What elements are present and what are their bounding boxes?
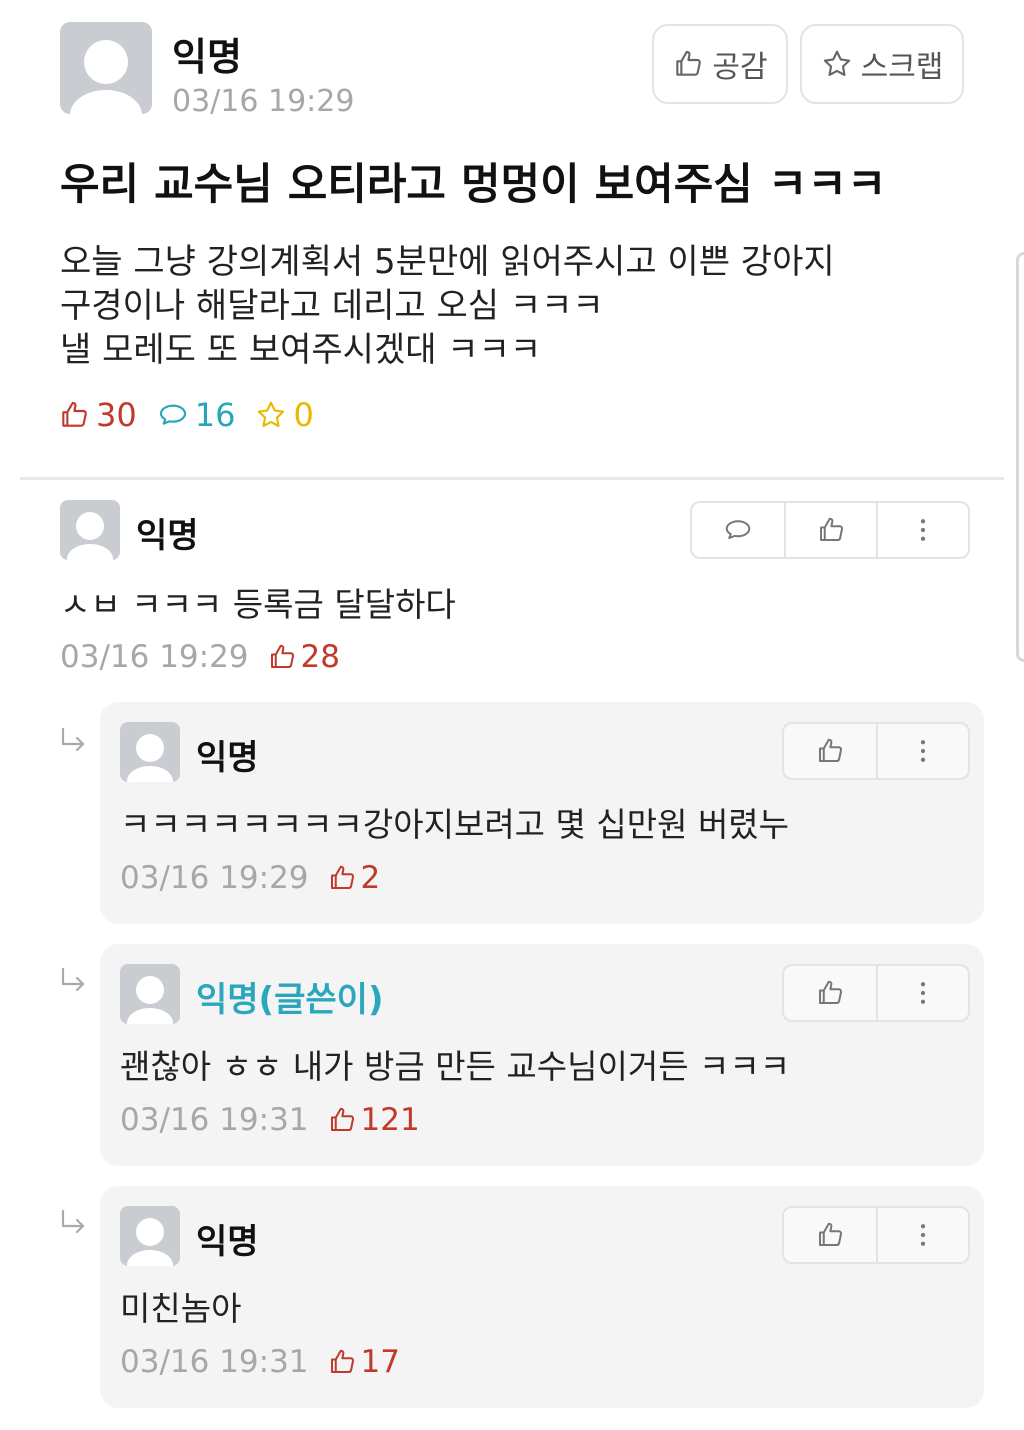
reply-like-count: 121: [360, 1102, 420, 1138]
star-icon: [258, 401, 285, 427]
reply-likes: 2: [327, 860, 381, 896]
reply-meta: 03/16 19:31 17: [120, 1344, 400, 1380]
reply-actions: [782, 722, 970, 780]
speech-bubble-icon: [725, 520, 751, 540]
reply-author: 익명: [196, 738, 259, 778]
thumbs-up-icon: [676, 50, 702, 76]
reply: 익명 미친놈아 03/16 19:31 17: [100, 1186, 984, 1408]
reply-time: 03/16 19:31: [120, 1102, 309, 1138]
like-count-value: 30: [96, 396, 137, 434]
reply-text: ㅋㅋㅋㅋㅋㅋㅋㅋ강아지보려고 몇 십만원 버렸누: [120, 805, 790, 844]
comment-meta: 03/16 19:29 28: [60, 639, 340, 675]
reply-like-button[interactable]: [784, 966, 876, 1020]
scrap-count-value: 0: [293, 396, 314, 434]
article-page: 익명 03/16 19:29 공감 스크랩 우리 교수님 오티라고 멍멍이 보여…: [0, 0, 1024, 1430]
thumbs-up-icon: [330, 865, 354, 889]
more-vertical-icon: [920, 740, 926, 762]
reply-meta: 03/16 19:29 2: [120, 860, 380, 896]
reply-author-op: 익명(글쓴이): [196, 980, 384, 1020]
more-button[interactable]: [876, 503, 968, 557]
reply-author: 익명: [196, 1222, 259, 1262]
reply: 익명(글쓴이) 괜찮아 ㅎㅎ 내가 방금 만든 교수님이거든 ㅋㅋㅋ 03/16…: [100, 944, 984, 1166]
scrap-count: 0: [255, 396, 314, 434]
reply-button[interactable]: [692, 503, 784, 557]
reply-actions: [782, 964, 970, 1022]
thumbs-up-icon: [270, 644, 294, 668]
reply-time: 03/16 19:29: [120, 860, 309, 896]
thumbs-up-icon: [330, 1107, 354, 1131]
reply-actions: [782, 1206, 970, 1264]
divider: [20, 477, 1004, 480]
star-icon: [823, 50, 850, 76]
thumbs-up-icon: [819, 1222, 843, 1246]
comment-author: 익명: [136, 516, 199, 556]
author-avatar: [60, 22, 152, 114]
comment-likes: 28: [267, 639, 340, 675]
like-button[interactable]: 공감: [652, 24, 788, 104]
more-vertical-icon: [920, 1224, 926, 1246]
reply-time: 03/16 19:31: [120, 1344, 309, 1380]
post-body: 오늘 그냥 강의계획서 5분만에 읽어주시고 이쁜 강아지 구경이나 해달라고 …: [60, 240, 980, 372]
reply-arrow-icon: [61, 967, 85, 992]
thumbs-up-icon: [820, 517, 844, 541]
reply-like-count: 2: [360, 860, 381, 896]
reply: 익명 ㅋㅋㅋㅋㅋㅋㅋㅋ강아지보려고 몇 십만원 버렸누 03/16 19:29 …: [100, 702, 984, 924]
comment-time: 03/16 19:29: [60, 639, 249, 675]
comment-count: 16: [157, 396, 236, 434]
comment-count-value: 16: [194, 396, 236, 434]
like-button-label: 공감: [712, 50, 768, 85]
thumbs-up-icon: [62, 401, 87, 427]
scrap-button[interactable]: 스크랩: [800, 24, 964, 104]
post-stats: 30 16 0: [58, 396, 334, 434]
reply-text: 미친놈아: [120, 1289, 242, 1328]
comment-actions: [690, 501, 970, 559]
reply-like-button[interactable]: [784, 724, 876, 778]
post-body-line: 낼 모레도 또 보여주시겠대 ㅋㅋㅋ: [60, 330, 542, 370]
speech-bubble-icon: [159, 404, 186, 425]
scrollbar[interactable]: [1016, 252, 1024, 662]
reply-text: 괜찮아 ㅎㅎ 내가 방금 만든 교수님이거든 ㅋㅋㅋ: [120, 1047, 791, 1086]
reply-like-count: 17: [360, 1344, 400, 1380]
more-vertical-icon: [920, 519, 926, 541]
avatar: [120, 1206, 180, 1266]
reply-arrow-icon: [61, 1209, 85, 1234]
post-title: 우리 교수님 오티라고 멍멍이 보여주심 ㅋㅋㅋ: [60, 160, 887, 210]
post-body-line: 오늘 그냥 강의계획서 5분만에 읽어주시고 이쁜 강아지: [60, 242, 835, 282]
reply-meta: 03/16 19:31 121: [120, 1102, 420, 1138]
comment-like-count: 28: [300, 639, 340, 675]
scrap-button-label: 스크랩: [860, 50, 944, 85]
reply-like-button[interactable]: [784, 1208, 876, 1262]
more-button[interactable]: [876, 724, 968, 778]
thumbs-up-icon: [819, 980, 843, 1004]
thumbs-up-icon: [330, 1349, 354, 1373]
more-vertical-icon: [920, 982, 926, 1004]
avatar: [60, 500, 120, 560]
like-count: 30: [58, 396, 137, 434]
post-body-line: 구경이나 해달라고 데리고 오심 ㅋㅋㅋ: [60, 286, 604, 326]
comment-like-button[interactable]: [784, 503, 876, 557]
reply-arrow-icon: [61, 727, 85, 752]
comment-text: ㅅㅂ ㅋㅋㅋ 등록금 달달하다: [60, 585, 456, 624]
more-button[interactable]: [876, 966, 968, 1020]
more-button[interactable]: [876, 1208, 968, 1262]
reply-likes: 121: [327, 1102, 420, 1138]
avatar: [120, 964, 180, 1024]
reply-likes: 17: [327, 1344, 400, 1380]
avatar: [120, 722, 180, 782]
post-time: 03/16 19:29: [172, 84, 355, 119]
post-author: 익명: [172, 35, 242, 79]
thumbs-up-icon: [819, 738, 843, 762]
